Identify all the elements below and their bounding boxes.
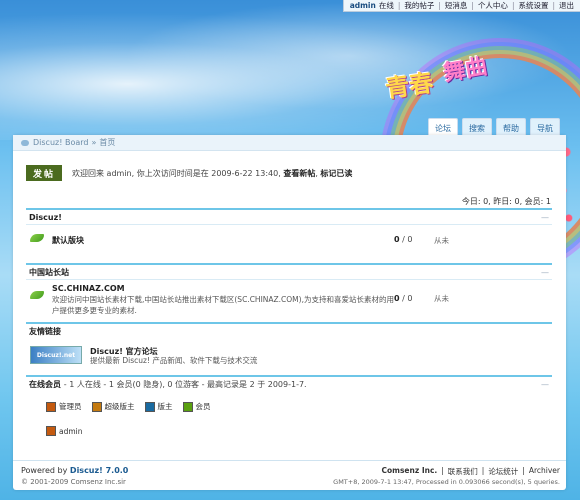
admin-icon (46, 426, 56, 436)
online-username[interactable]: admin (59, 427, 83, 436)
welcome-bar: 发帖 欢迎回来 admin, 你上次访问时间是在 2009-6-22 13:40… (26, 165, 352, 181)
collapse-icon[interactable]: — (541, 380, 549, 389)
online-title[interactable]: 在线会员 (29, 380, 61, 389)
forum-row: SC.CHINAZ.COM 欢迎访问中国站长素材下载,中国站长站推出素材下载区(… (26, 279, 552, 322)
last-post: 从未 (434, 294, 449, 303)
forum-row: 默认版块 0 / 0 从未 (26, 224, 552, 263)
super-moderator-icon (91, 401, 102, 412)
link-row: Discuz!.net Discuz! 官方论坛 提供最新 Discuz! 产品… (26, 338, 552, 372)
breadcrumb-current: 首页 (99, 138, 116, 147)
category-title[interactable]: 中国站长站 (29, 267, 69, 278)
main-panel: Discuz! Board » 首页 发帖 欢迎回来 admin, 你上次访问时… (13, 135, 566, 490)
online-members: 在线会员 - 1 人在线 - 1 会员(0 隐身), 0 位游客 - 最高记录是… (26, 375, 552, 445)
forum-counts: 0 / 0 (394, 294, 413, 303)
archiver-link[interactable]: Archiver (529, 466, 560, 477)
online-user[interactable]: admin (46, 426, 83, 436)
view-new-posts-link[interactable]: 查看新帖 (283, 169, 315, 178)
product-link[interactable]: Discuz! 7.0.0 (70, 466, 128, 475)
contact-link[interactable]: 联系我们 (448, 466, 478, 477)
breadcrumb: Discuz! Board » 首页 (13, 135, 566, 151)
footer-meta: GMT+8, 2009-7-1 13:47, Processed in 0.09… (333, 478, 560, 486)
category-chinaz: 中国站长站 — SC.CHINAZ.COM 欢迎访问中国站长素材下载,中国站长站… (26, 263, 552, 321)
powered-by: Powered by Discuz! 7.0.0 (21, 466, 129, 475)
online-status: 在线 (378, 1, 394, 10)
forum-counts: 0 / 0 (394, 235, 413, 244)
last-post: 从未 (434, 236, 449, 245)
forum-name[interactable]: SC.CHINAZ.COM (52, 284, 125, 293)
forum-description: 欢迎访问中国站长素材下载,中国站长站推出素材下载区(SC.CHINAZ.COM)… (52, 295, 394, 315)
settings-link[interactable]: 系统设置 (518, 0, 548, 11)
my-posts-link[interactable]: 我的帖子 (404, 0, 434, 11)
collapse-icon[interactable]: — (541, 268, 549, 277)
copyright: © 2001-2009 Comsenz Inc.sir (21, 478, 126, 486)
welcome-message: 欢迎回来 admin, 你上次访问时间是在 2009-6-22 13:40, 查… (72, 168, 353, 178)
mark-read-link[interactable]: 标记已读 (320, 169, 352, 178)
footer-links: Comsenz Inc. | 联系我们 | 论坛统计 | Archiver (381, 466, 560, 477)
collapse-icon[interactable]: — (541, 213, 549, 222)
stats-link[interactable]: 论坛统计 (488, 466, 518, 477)
forum-name[interactable]: 默认版块 (52, 235, 84, 246)
category-discuz: Discuz! — 默认版块 0 / 0 从未 (26, 208, 552, 262)
admin-icon (46, 401, 56, 412)
partner-description: 提供最新 Discuz! 产品新闻、软件下载与技术交流 (90, 356, 258, 365)
category-title[interactable]: Discuz! (29, 213, 62, 222)
company-link[interactable]: Comsenz Inc. (381, 466, 437, 477)
user-toolbar: admin 在线 | 我的帖子 | 短消息 | 个人中心 | 系统设置 | 退出 (342, 0, 580, 12)
moderator-icon (144, 401, 155, 412)
breadcrumb-separator: » (91, 138, 97, 147)
online-summary: - 1 人在线 - 1 会员(0 隐身), 0 位游客 - 最高记录是 2 于 … (63, 379, 307, 389)
site-logo[interactable]: 青春 舞曲 (383, 48, 525, 106)
username-link[interactable]: admin (350, 1, 376, 10)
member-icon (182, 401, 193, 412)
member-legend: 管理员 超级版主 版主 会员 (46, 401, 211, 412)
category-links: 友情链接 Discuz!.net Discuz! 官方论坛 提供最新 Discu… (26, 322, 552, 372)
footer-divider (13, 460, 566, 461)
logout-link[interactable]: 退出 (559, 0, 574, 11)
home-icon[interactable] (21, 139, 29, 146)
leaf-icon (30, 291, 44, 299)
partner-logo[interactable]: Discuz!.net (30, 346, 82, 364)
category-title[interactable]: 友情链接 (29, 326, 61, 337)
breadcrumb-board[interactable]: Discuz! Board (33, 138, 88, 147)
user-center-link[interactable]: 个人中心 (478, 0, 508, 11)
new-post-button[interactable]: 发帖 (26, 165, 62, 181)
leaf-icon (30, 234, 44, 242)
messages-link[interactable]: 短消息 (445, 0, 468, 11)
forum-stats: 今日: 0, 昨日: 0, 会员: 1 (461, 197, 551, 206)
